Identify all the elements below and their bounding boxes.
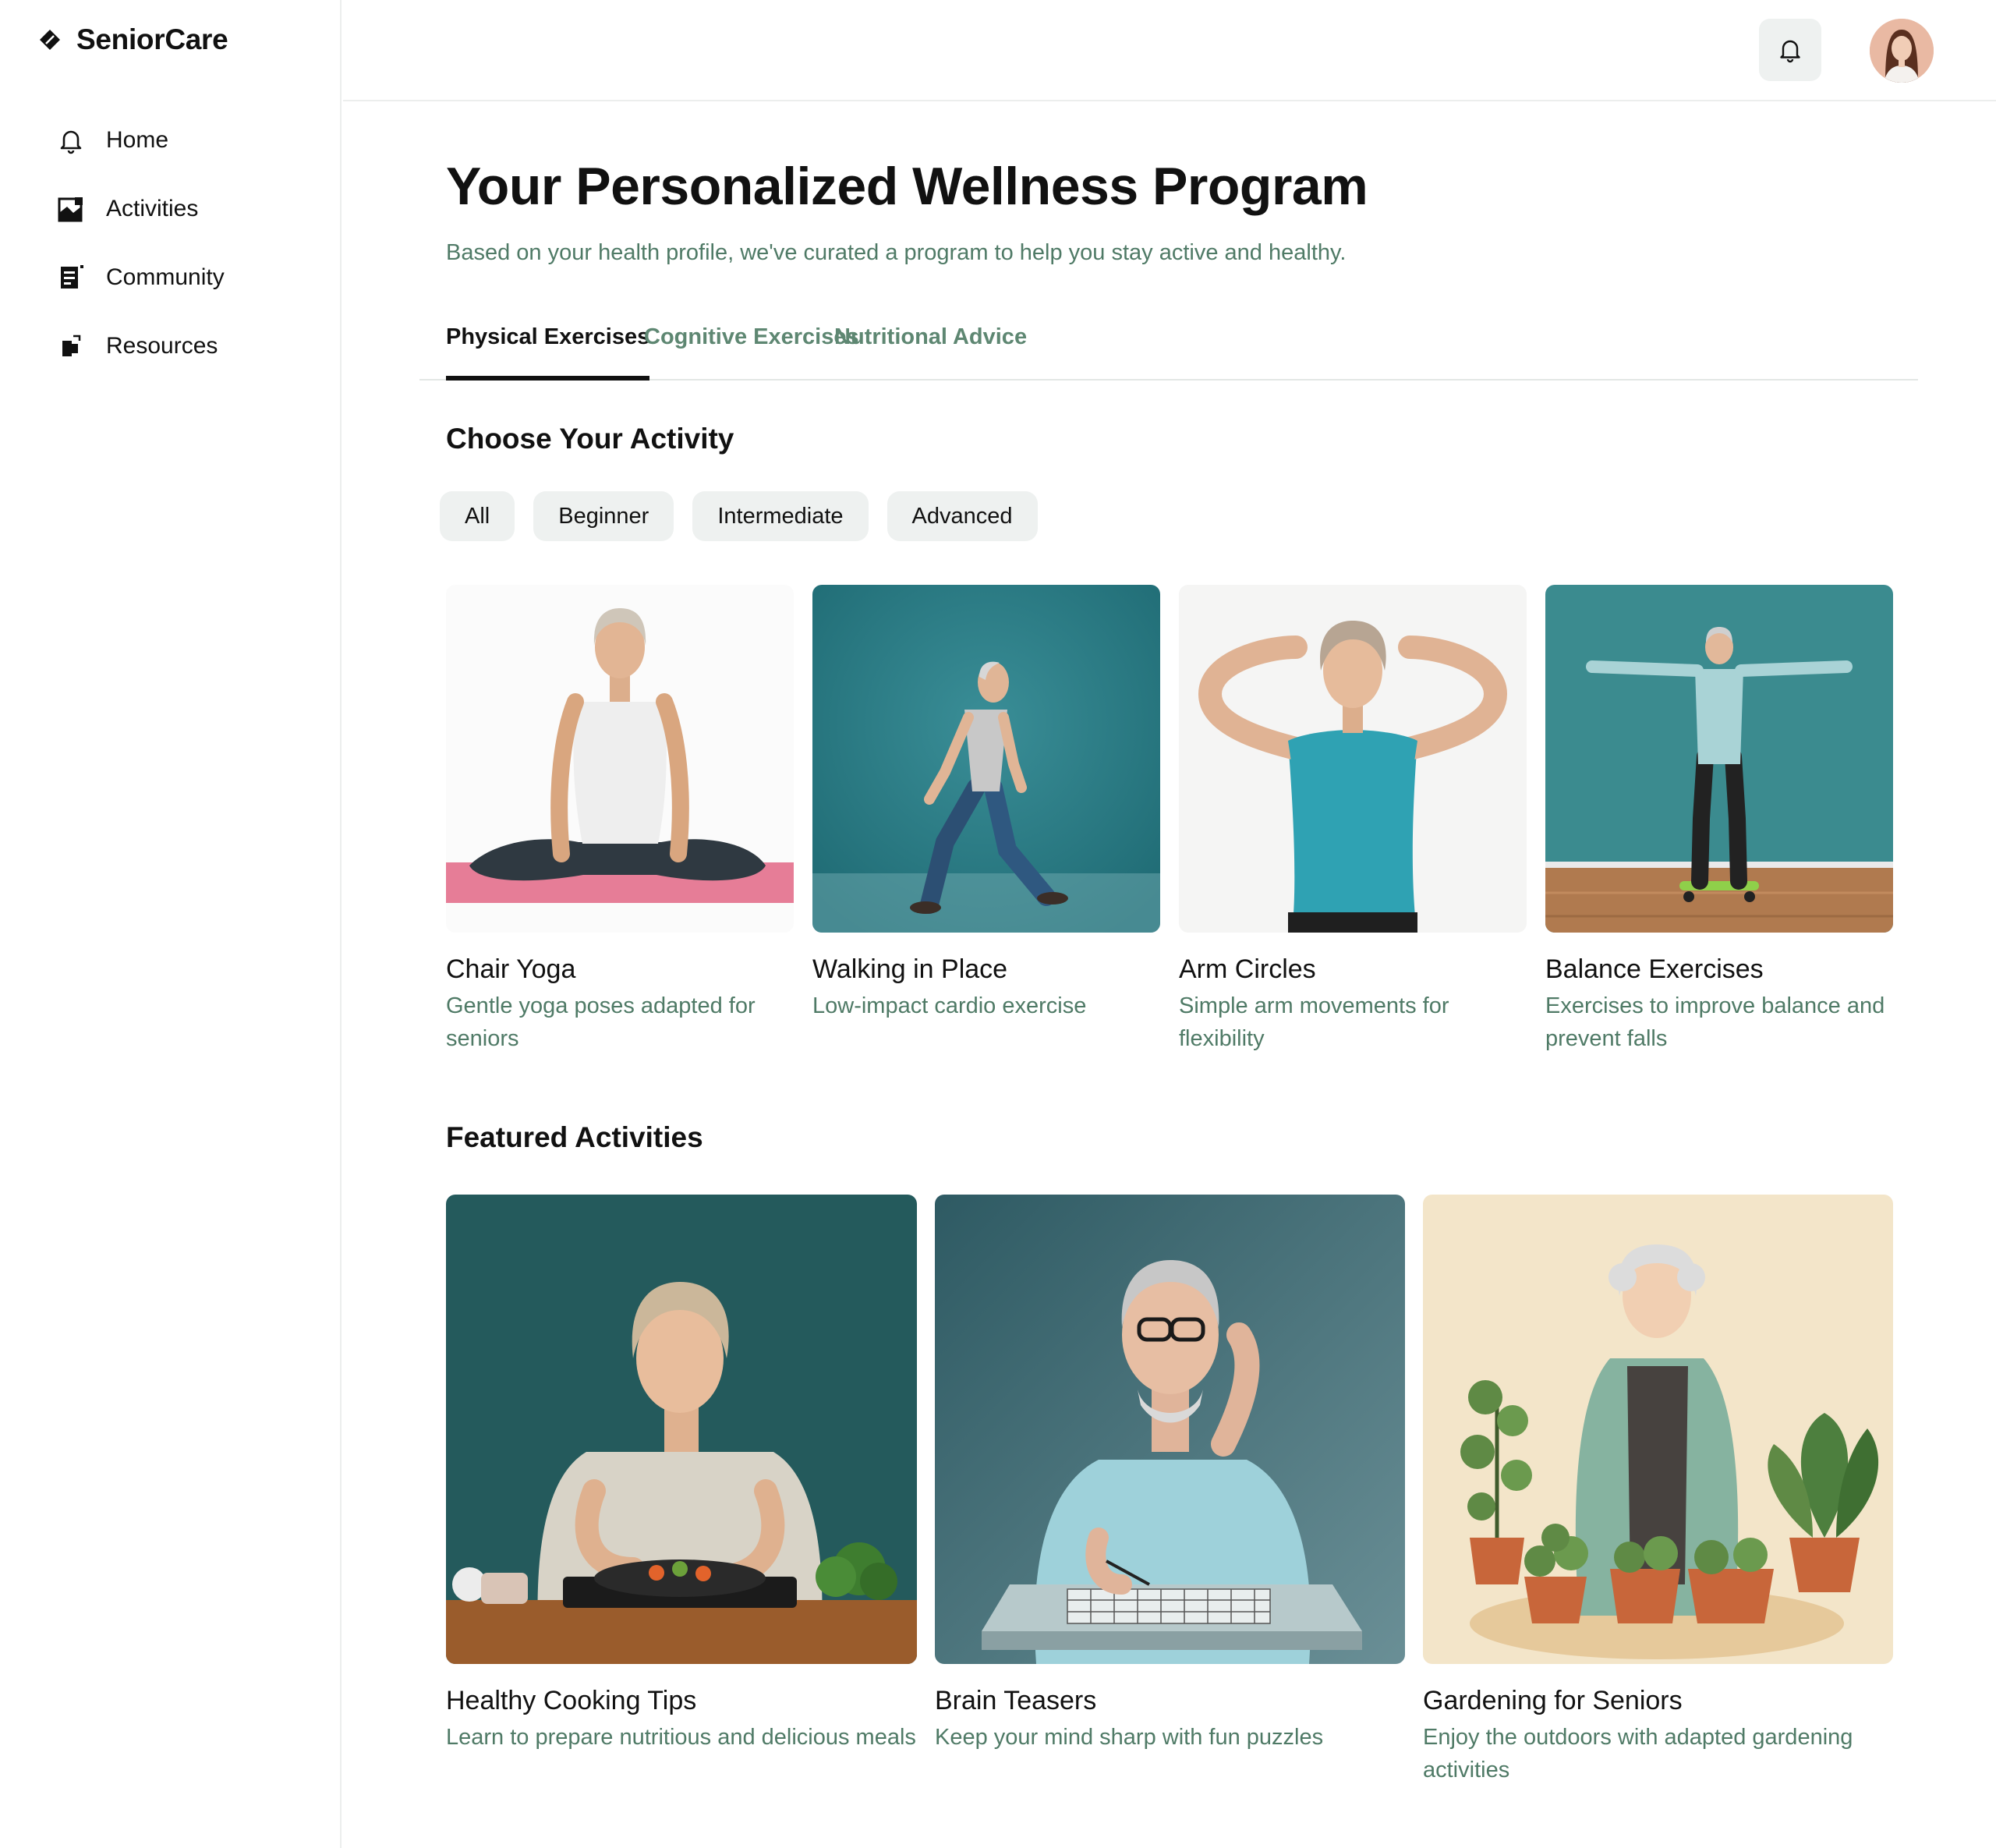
- resources-icon: [62, 335, 81, 356]
- notifications-button[interactable]: [1759, 19, 1821, 81]
- filter-beginner[interactable]: Beginner: [533, 491, 674, 541]
- sidebar-item-activities[interactable]: Activities: [56, 175, 225, 243]
- featured-description: Learn to prepare nutritious and deliciou…: [446, 1725, 916, 1750]
- sidebar-item-resources[interactable]: Resources: [56, 312, 225, 381]
- activity-card-chair-yoga[interactable]: Chair Yoga Gentle yoga poses adapted for…: [446, 585, 794, 1055]
- gardening-image: [1423, 1195, 1893, 1664]
- featured-description: Enjoy the outdoors with adapted gardenin…: [1423, 1725, 1853, 1783]
- healthy-cooking-image: [446, 1195, 917, 1664]
- activity-description: Simple arm movements for flexibility: [1179, 993, 1449, 1051]
- featured-card-brain-teasers[interactable]: Brain Teasers Keep your mind sharp with …: [935, 1195, 1405, 1754]
- activity-card-balance-exercises[interactable]: Balance Exercises Exercises to improve b…: [1545, 585, 1893, 1055]
- featured-description: Keep your mind sharp with fun puzzles: [935, 1725, 1324, 1750]
- featured-title: Gardening for Seniors: [1423, 1686, 1683, 1715]
- page-subtitle: Based on your health profile, we've cura…: [446, 240, 1347, 265]
- level-filters: All Beginner Intermediate Advanced: [440, 491, 1038, 541]
- sidebar-nav: Home Activities Community Resources: [56, 106, 225, 381]
- sidebar-item-label: Resources: [106, 333, 218, 359]
- featured-card-gardening[interactable]: Gardening for Seniors Enjoy the outdoors…: [1423, 1195, 1893, 1786]
- activity-title: Walking in Place: [812, 954, 1008, 984]
- activity-title: Chair Yoga: [446, 954, 576, 984]
- activities-icon: [58, 197, 83, 222]
- featured-card-healthy-cooking[interactable]: Healthy Cooking Tips Learn to prepare nu…: [446, 1195, 917, 1754]
- activity-title: Arm Circles: [1179, 954, 1316, 984]
- tab-cognitive-exercises[interactable]: Cognitive Exercises: [644, 312, 859, 381]
- featured-activities-heading: Featured Activities: [446, 1121, 703, 1153]
- tab-nutritional-advice[interactable]: Nutritional Advice: [834, 312, 1027, 381]
- chair-yoga-image: [446, 585, 794, 933]
- filter-advanced[interactable]: Advanced: [887, 491, 1038, 541]
- sidebar-item-home[interactable]: Home: [56, 106, 225, 175]
- sidebar-item-label: Activities: [106, 196, 199, 221]
- balance-exercises-image: [1545, 585, 1893, 933]
- featured-title: Healthy Cooking Tips: [446, 1686, 697, 1715]
- bell-icon: [60, 130, 82, 154]
- sidebar: SeniorCare Home Activities Community Res…: [0, 0, 342, 1848]
- tab-bar: Physical Exercises Cognitive Exercises N…: [419, 312, 1918, 381]
- avatar-image: [1870, 19, 1934, 83]
- activity-title: Balance Exercises: [1545, 954, 1764, 984]
- activity-description: Exercises to improve balance and prevent…: [1545, 993, 1885, 1051]
- community-icon: [61, 265, 83, 289]
- activity-description: Gentle yoga poses adapted for seniors: [446, 993, 756, 1051]
- activity-description: Low-impact cardio exercise: [812, 993, 1087, 1018]
- choose-activity-heading: Choose Your Activity: [446, 423, 734, 455]
- sidebar-item-label: Home: [106, 127, 169, 153]
- user-avatar[interactable]: [1870, 19, 1934, 83]
- tab-physical-exercises[interactable]: Physical Exercises: [446, 312, 650, 381]
- top-bar: [343, 0, 1996, 101]
- brain-teasers-image: [935, 1195, 1405, 1664]
- bell-icon: [1780, 40, 1800, 63]
- page-title: Your Personalized Wellness Program: [446, 157, 1368, 216]
- activity-card-arm-circles[interactable]: Arm Circles Simple arm movements for fle…: [1179, 585, 1527, 1055]
- sidebar-item-label: Community: [106, 264, 225, 290]
- filter-all[interactable]: All: [440, 491, 515, 541]
- sidebar-item-community[interactable]: Community: [56, 243, 225, 312]
- brand[interactable]: SeniorCare: [37, 23, 228, 56]
- activity-card-walking-in-place[interactable]: Walking in Place Low-impact cardio exerc…: [812, 585, 1160, 1022]
- logo-icon: [40, 30, 60, 50]
- walking-in-place-image: [812, 585, 1160, 933]
- filter-intermediate[interactable]: Intermediate: [692, 491, 869, 541]
- featured-title: Brain Teasers: [935, 1686, 1097, 1715]
- brand-name: SeniorCare: [76, 23, 228, 55]
- arm-circles-image: [1179, 585, 1527, 933]
